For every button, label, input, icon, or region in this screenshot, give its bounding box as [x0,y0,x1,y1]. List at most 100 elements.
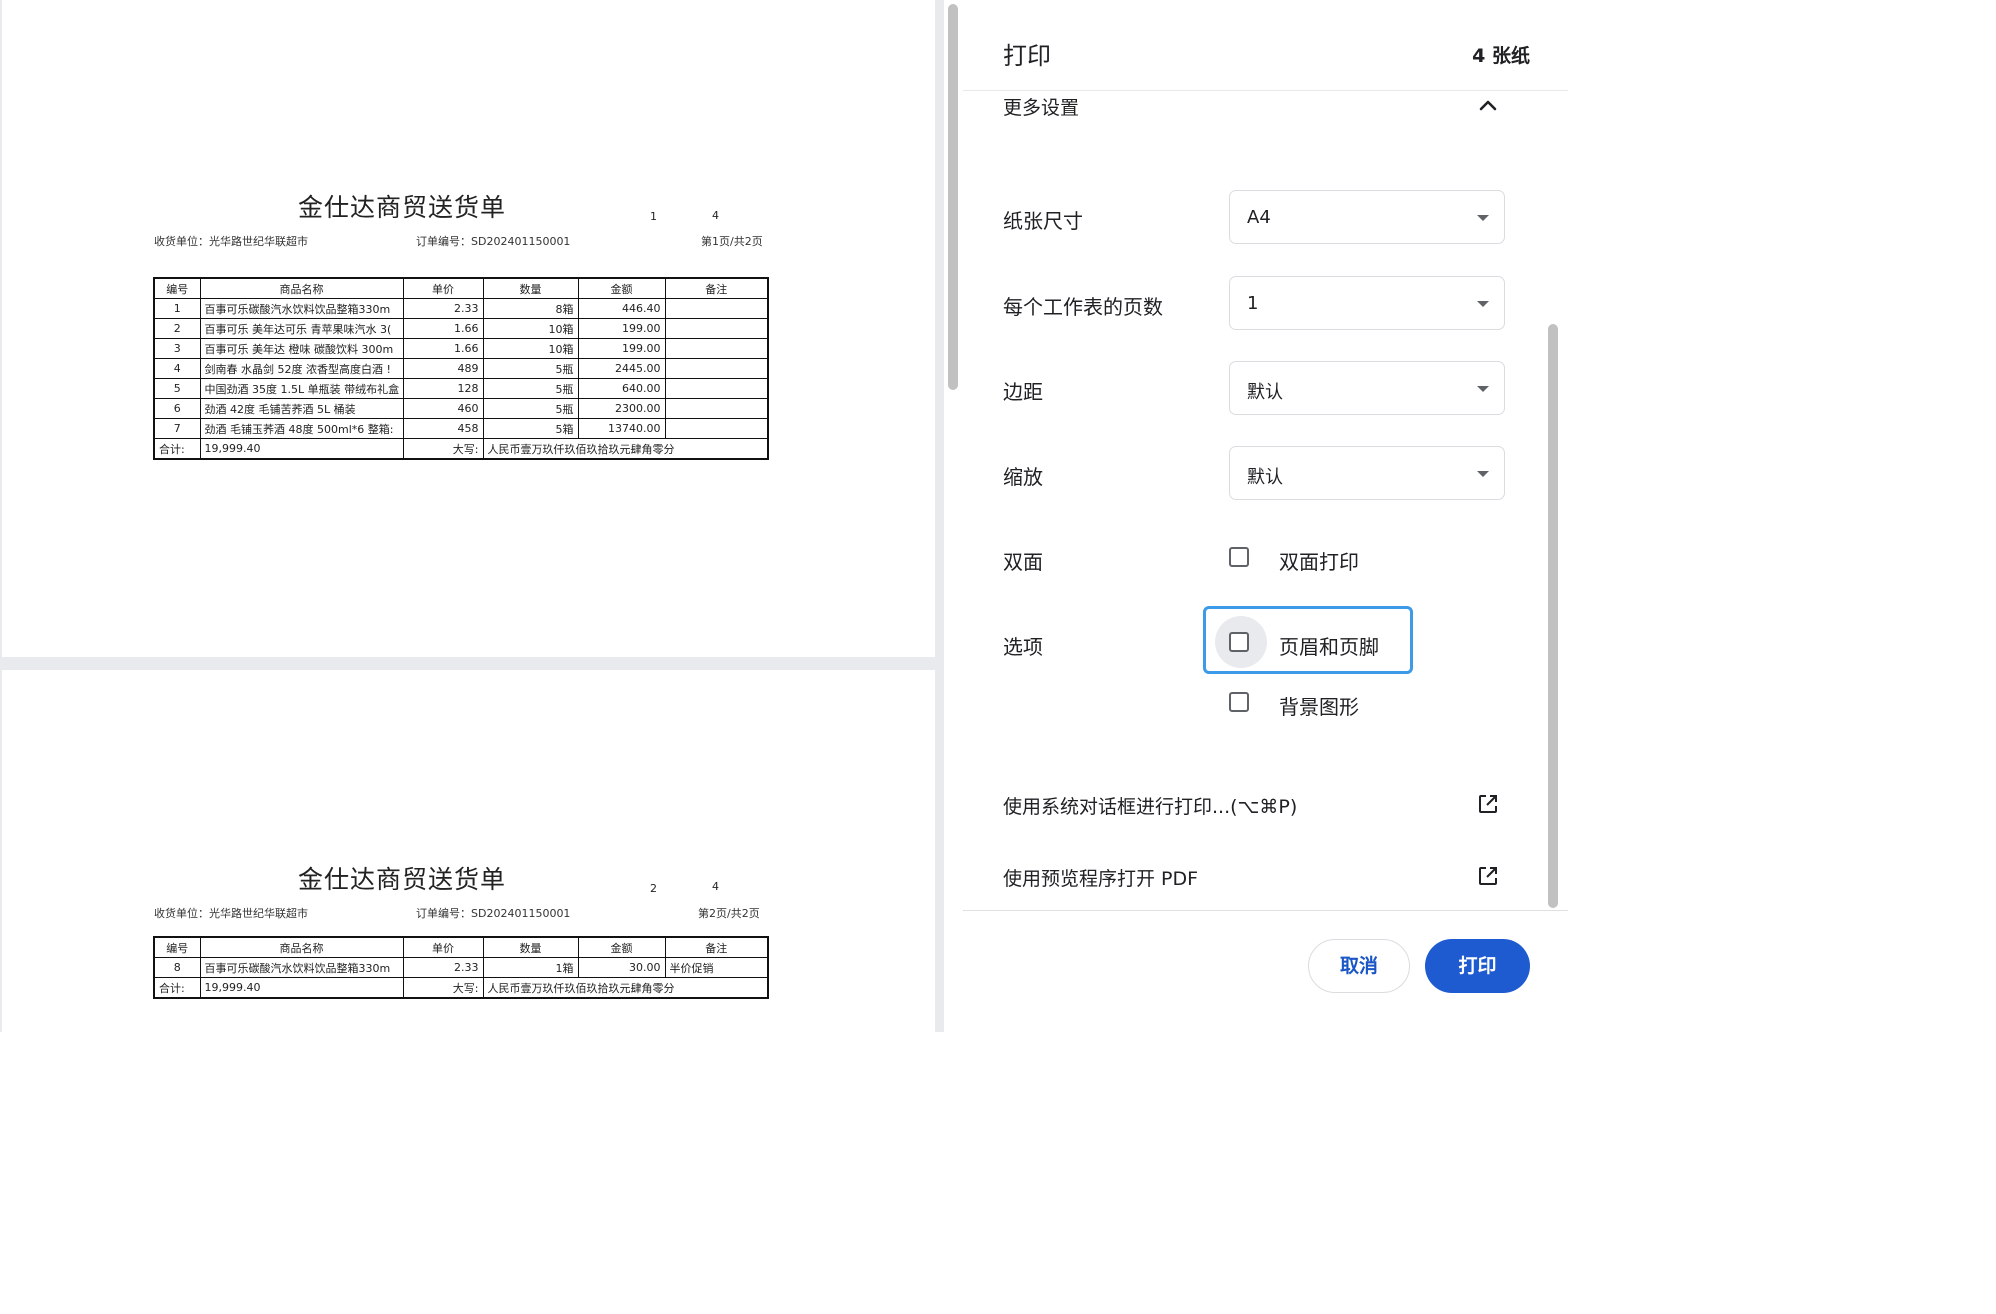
total-label: 合计: [153,438,201,460]
panel-title: 打印 [1003,42,1051,70]
cell-price: 489 [402,358,484,379]
column-header: 数量 [482,277,579,299]
consignee-info: 收货单位：光华路世纪华联超市 [154,907,308,920]
header-footer-label[interactable]: 页眉和页脚 [1279,631,1379,660]
header-footer-checkbox[interactable] [1229,632,1249,652]
cell-note [664,298,769,319]
cell-product: 百事可乐碳酸汽水饮料饮品整箱330m [199,298,404,319]
column-header: 编号 [153,936,201,958]
print-button[interactable]: 打印 [1425,939,1530,993]
table-row: 2 百事可乐 美年达可乐 青苹果味汽水 3( 1.66 10箱 199.00 [153,318,769,339]
cell-qty: 5瓶 [482,358,579,379]
background-graphics-label[interactable]: 背景图形 [1279,691,1359,720]
cell-price: 1.66 [402,338,484,359]
caret-down-icon [1477,386,1489,392]
capital-value: 人民币壹万玖仟玖佰玖拾玖元肆角零分 [482,977,769,999]
cell-no: 6 [153,398,201,419]
cell-no: 8 [153,957,201,978]
dialog-footer: 取消 打印 [963,910,1568,1033]
goods-table: 编号 商品名称 单价 数量 金额 备注 8 百事可乐碳酸汽水饮料饮品整箱330m… [153,936,769,999]
cell-qty: 8箱 [482,298,579,319]
table-row: 3 百事可乐 美年达 橙味 碳酸饮料 300m 1.66 10箱 199.00 [153,338,769,359]
cell-note [664,318,769,339]
column-header: 金额 [577,277,666,299]
cell-no: 5 [153,378,201,399]
duplex-option-label[interactable]: 双面打印 [1279,546,1359,575]
cell-product: 百事可乐 美年达可乐 青苹果味汽水 3( [199,318,404,339]
total-label: 合计: [153,977,201,999]
chevron-up-icon[interactable] [1475,93,1501,119]
total-row: 合计: 19,999.40 大写: 人民币壹万玖仟玖佰玖拾玖元肆角零分 [153,438,769,460]
cancel-button[interactable]: 取消 [1308,939,1410,993]
system-dialog-link[interactable]: 使用系统对话框进行打印...(⌥⌘P) [1003,792,1297,819]
cell-amount: 2445.00 [577,358,666,379]
cell-no: 3 [153,338,201,359]
cell-qty: 10箱 [482,338,579,359]
preview-page-2: 金仕达商贸送货单 2 4 收货单位：光华路世纪华联超市 订单编号：SD20240… [2,670,935,1032]
cell-price: 1.66 [402,318,484,339]
pages-per-sheet-value: 1 [1247,293,1259,314]
page-info: 第1页/共2页 [701,235,763,248]
document-title: 金仕达商贸送货单 [298,865,507,894]
capital-value: 人民币壹万玖仟玖佰玖拾玖元肆角零分 [482,438,769,460]
cell-product: 剑南春 水晶剑 52度 浓香型高度白酒 ! [199,358,404,379]
margins-select[interactable]: 默认 [1229,361,1505,415]
preview-page-1: 金仕达商贸送货单 1 4 收货单位：光华路世纪华联超市 订单编号：SD20240… [2,0,935,657]
panel-header: 打印 4 张纸 [963,0,1568,91]
more-settings-toggle[interactable]: 更多设置 [1003,93,1079,120]
cell-no: 7 [153,418,201,439]
preview-scrollbar-thumb[interactable] [948,4,958,390]
paper-size-value: A4 [1247,207,1271,228]
open-external-icon[interactable] [1477,793,1499,815]
header-number: 1 [650,210,657,223]
column-header: 数量 [482,936,579,958]
background-graphics-checkbox[interactable] [1229,692,1249,712]
document-title: 金仕达商贸送货单 [298,193,507,222]
cell-price: 2.33 [402,298,484,319]
open-pdf-in-preview-link[interactable]: 使用预览程序打开 PDF [1003,864,1198,891]
settings-scrollbar[interactable] [1546,90,1560,910]
column-header: 金额 [577,936,666,958]
duplex-label: 双面 [1003,550,1043,574]
print-settings-panel: 打印 4 张纸 更多设置 纸张尺寸 A4 每个工作表的页数 1 边距 默认 缩放… [963,0,1568,1033]
column-header: 商品名称 [199,936,404,958]
column-header: 商品名称 [199,277,404,299]
cell-amount: 199.00 [577,318,666,339]
header-number: 2 [650,882,657,895]
caret-down-icon [1477,471,1489,477]
cell-note [664,338,769,359]
cell-no: 1 [153,298,201,319]
cell-qty: 10箱 [482,318,579,339]
page-info: 第2页/共2页 [698,907,760,920]
cell-qty: 5瓶 [482,378,579,399]
table-row: 5 中国劲酒 35度 1.5L 单瓶装 带绒布礼盒 128 5瓶 640.00 [153,378,769,399]
pages-per-sheet-label: 每个工作表的页数 [1003,295,1163,319]
cell-product: 中国劲酒 35度 1.5L 单瓶装 带绒布礼盒 [199,378,404,399]
settings-scrollbar-thumb[interactable] [1548,324,1558,908]
paper-size-label: 纸张尺寸 [1003,209,1083,233]
order-number: 订单编号：SD202401150001 [416,235,571,248]
cell-price: 128 [402,378,484,399]
duplex-checkbox[interactable] [1229,547,1249,567]
cell-qty: 1箱 [482,957,579,978]
open-external-icon[interactable] [1477,865,1499,887]
table-row: 6 劲酒 42度 毛铺苦荞酒 5L 桶装 460 5瓶 2300.00 [153,398,769,419]
cell-qty: 5箱 [482,418,579,439]
scale-select[interactable]: 默认 [1229,446,1505,500]
preview-scrollbar[interactable] [944,0,963,1032]
scale-value: 默认 [1247,467,1283,488]
cell-price: 458 [402,418,484,439]
cell-note [664,398,769,419]
cell-qty: 5瓶 [482,398,579,419]
column-header: 单价 [402,277,484,299]
caret-down-icon [1477,301,1489,307]
margins-label: 边距 [1003,380,1043,404]
table-row: 4 剑南春 水晶剑 52度 浓香型高度白酒 ! 489 5瓶 2445.00 [153,358,769,379]
cell-amount: 640.00 [577,378,666,399]
paper-size-select[interactable]: A4 [1229,190,1505,244]
cell-product: 百事可乐 美年达 橙味 碳酸饮料 300m [199,338,404,359]
table-header-row: 编号 商品名称 单价 数量 金额 备注 [153,277,769,299]
cell-note [664,418,769,439]
pages-per-sheet-select[interactable]: 1 [1229,276,1505,330]
sheet-count: 4 张纸 [1472,45,1530,67]
